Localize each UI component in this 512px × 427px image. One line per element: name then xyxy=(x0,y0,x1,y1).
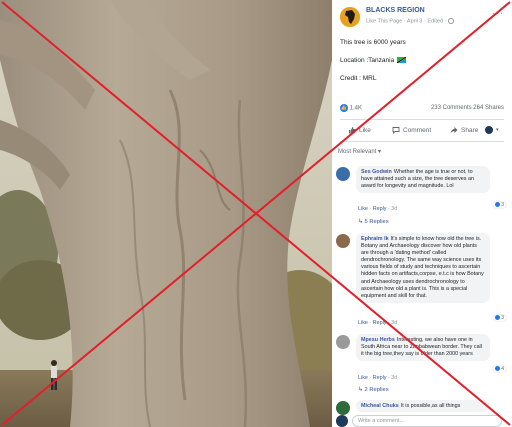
meta-separator: · xyxy=(444,18,447,25)
post-meta: Like This Page · April 3 · Edited · xyxy=(366,18,454,24)
commenter-avatar[interactable] xyxy=(336,167,350,181)
reply-arrow-icon: ↳ xyxy=(358,387,363,393)
comment-reply-link[interactable]: Reply xyxy=(373,206,387,212)
edited-label[interactable]: Edited xyxy=(427,18,443,24)
comment-bubble: Micheal Chuks It is possible,as all thing… xyxy=(356,400,490,412)
current-user-avatar xyxy=(336,415,348,427)
commenter-avatar[interactable] xyxy=(336,401,350,415)
divider xyxy=(340,119,504,120)
comment-input[interactable]: Write a comment... xyxy=(352,415,502,427)
post-credit: Credit : MRL xyxy=(340,75,377,82)
comment-sort-dropdown[interactable]: Most Relevant ▾ xyxy=(338,148,381,155)
comment-like-link[interactable]: Like xyxy=(358,375,368,381)
comment-reactions[interactable]: 3 xyxy=(492,315,506,321)
share-button[interactable]: Share xyxy=(450,126,478,134)
comment-reactions[interactable]: 3 xyxy=(492,202,506,208)
divider xyxy=(340,141,504,142)
view-replies-link[interactable]: ↳ 2 Replies xyxy=(358,387,389,393)
chevron-down-icon: ▾ xyxy=(496,127,499,133)
post-location: Location :Tanzania xyxy=(340,57,395,64)
comment-bubble: Ephraim Ik It's simple to know how old th… xyxy=(356,233,490,303)
comment-icon xyxy=(392,127,400,134)
baobab-tree-image xyxy=(0,0,332,427)
tanzania-flag-icon xyxy=(397,57,407,64)
comment-button-label: Comment xyxy=(403,126,432,134)
view-replies-link[interactable]: ↳ 5 Replies xyxy=(358,219,389,225)
comment-bubble: Mpesu Herbs Interesting, we also have one… xyxy=(356,334,490,362)
like-count-text: 1.4K xyxy=(349,105,363,112)
like-badge-icon: 👍 xyxy=(340,104,348,112)
globe-icon xyxy=(447,18,454,24)
comment-reactions[interactable]: 4 xyxy=(492,366,506,372)
comment-like-link[interactable]: Like xyxy=(358,320,368,326)
comments-shares: 233 Comments 264 Shares xyxy=(431,105,504,111)
comment-author[interactable]: Mpesu Herbs xyxy=(361,337,395,343)
africa-map-icon xyxy=(340,7,360,27)
like-reaction-icon xyxy=(494,366,500,372)
write-comment-box: Write a comment... xyxy=(336,415,508,427)
reaction-count: 3 xyxy=(501,202,504,208)
like-count[interactable]: 👍 1.4K xyxy=(340,104,362,112)
comment-actions: Like · Reply · 3d xyxy=(358,320,398,326)
post-actions: Like Comment Share ▾ xyxy=(340,124,504,138)
reaction-count: 3 xyxy=(501,315,504,321)
comment-author[interactable]: Ephraim Ik xyxy=(361,236,389,242)
thumbs-up-icon xyxy=(349,127,356,134)
comment-author[interactable]: Ses Godwin xyxy=(361,169,392,175)
comment-actions: Like · Reply · 3d xyxy=(358,375,398,381)
post-date[interactable]: April 3 xyxy=(407,18,423,24)
like-button-label: Like xyxy=(359,126,371,134)
reply-arrow-icon: ↳ xyxy=(358,219,363,225)
comment-reply-link[interactable]: Reply xyxy=(373,375,387,381)
comment-like-link[interactable]: Like xyxy=(358,206,368,212)
like-page-link[interactable]: Like This Page xyxy=(366,18,402,24)
comment-bubble: Ses Godwin Whether the age is true or not… xyxy=(356,166,490,194)
post-header: BLACKS REGION Like This Page · April 3 ·… xyxy=(340,6,510,32)
like-reaction-icon xyxy=(494,315,500,321)
comment-time[interactable]: 3d xyxy=(391,375,397,381)
post-stats: 👍 1.4K 233 Comments 264 Shares xyxy=(340,104,504,116)
commenter-avatar[interactable] xyxy=(336,234,350,248)
post-text-line: Location :Tanzania xyxy=(340,57,407,64)
page-name[interactable]: BLACKS REGION xyxy=(366,7,425,14)
comment-actions: Like · Reply · 3d xyxy=(358,206,398,212)
comment-text: It is possible,as all things xyxy=(400,403,461,409)
meta-separator: · xyxy=(424,18,426,25)
post-photo[interactable] xyxy=(0,0,332,427)
comment-time[interactable]: 3d xyxy=(391,320,397,326)
comment-text: It's simple to know how old the tree is.… xyxy=(361,236,484,299)
comment-reply-link[interactable]: Reply xyxy=(373,320,387,326)
share-button-label: Share xyxy=(461,126,479,134)
comment-count[interactable]: 233 Comments xyxy=(431,105,472,111)
user-avatar-small xyxy=(485,126,493,134)
comment-button[interactable]: Comment xyxy=(392,126,431,134)
more-options-icon[interactable]: ··· xyxy=(492,8,504,18)
meta-separator: · xyxy=(403,18,406,25)
post-text-line: This tree is 6000 years xyxy=(340,39,406,46)
comment-time[interactable]: 3d xyxy=(391,206,397,212)
comment-author[interactable]: Micheal Chuks xyxy=(361,403,399,409)
replies-count: 2 Replies xyxy=(364,387,389,393)
page-avatar[interactable] xyxy=(340,7,360,27)
facebook-post-panel: BLACKS REGION Like This Page · April 3 ·… xyxy=(332,0,512,427)
audience-selector[interactable]: ▾ xyxy=(485,126,499,134)
reaction-count: 4 xyxy=(501,366,504,372)
like-reaction-icon xyxy=(494,202,500,208)
share-count[interactable]: 264 Shares xyxy=(473,105,504,111)
share-icon xyxy=(450,127,458,134)
commenter-avatar[interactable] xyxy=(336,335,350,349)
replies-count: 5 Replies xyxy=(364,219,389,225)
like-button[interactable]: Like xyxy=(348,126,371,134)
